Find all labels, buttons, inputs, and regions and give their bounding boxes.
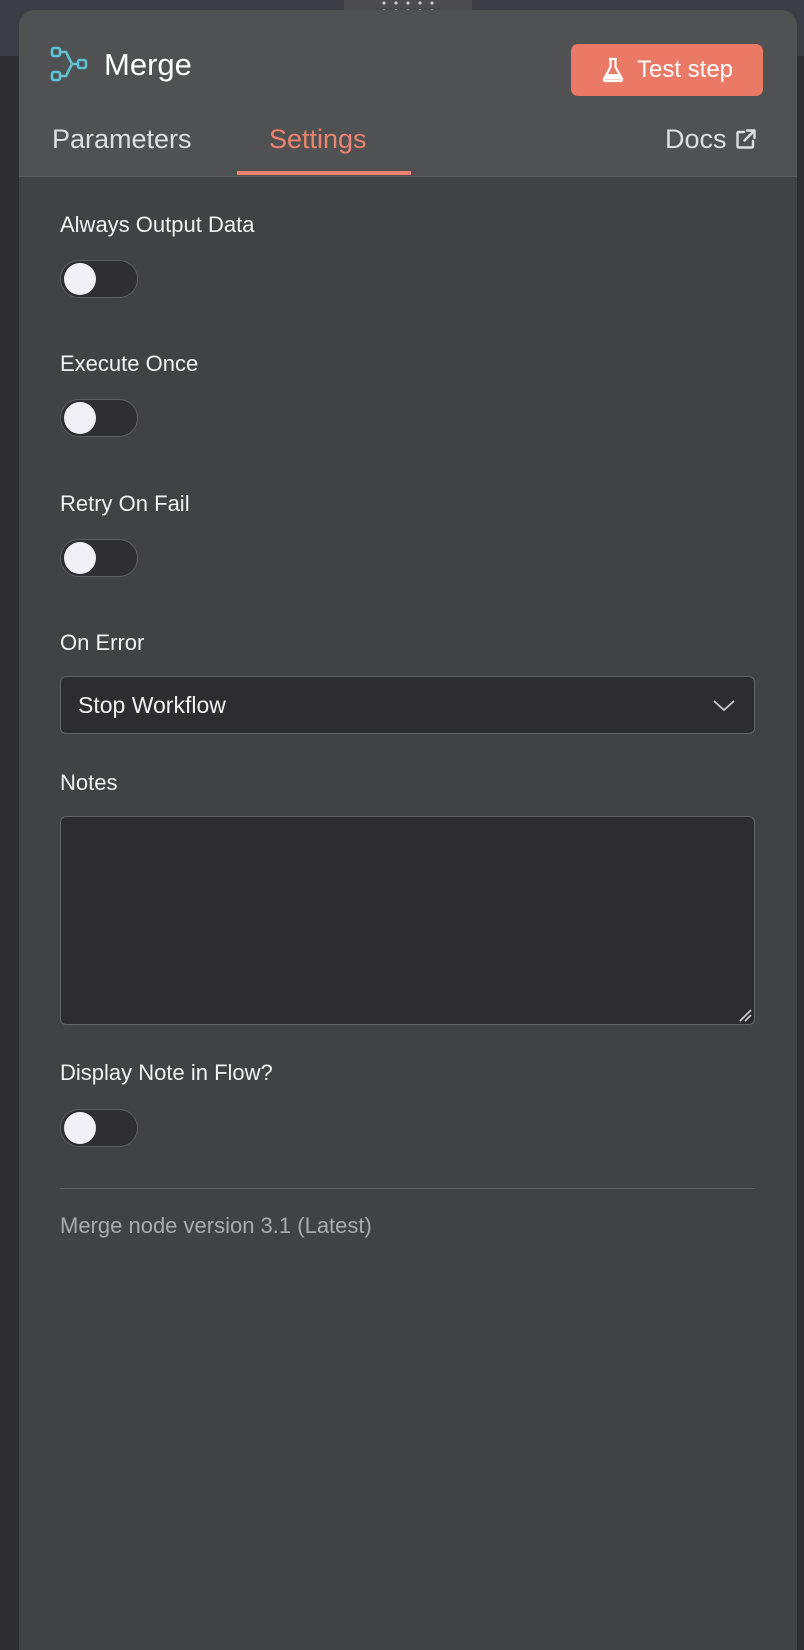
panel-header: Merge Test step Parameters Settings Docs: [19, 10, 797, 177]
display-note-label: Display Note in Flow?: [60, 1060, 273, 1085]
toggle-knob: [64, 402, 96, 434]
on-error-selected-value: Stop Workflow: [78, 692, 226, 718]
execute-once-label: Execute Once: [60, 351, 199, 376]
external-link-icon: [735, 129, 756, 149]
notes-textarea[interactable]: [60, 816, 755, 1025]
active-tab-indicator: [237, 171, 411, 175]
retry-on-fail-toggle[interactable]: [60, 539, 138, 577]
on-error-label: On Error: [60, 630, 145, 655]
test-step-label: Test step: [636, 56, 734, 83]
tab-settings[interactable]: Settings: [269, 124, 367, 154]
docs-link[interactable]: Docs: [665, 124, 757, 154]
node-title: Merge: [104, 47, 192, 82]
execute-once-toggle[interactable]: [60, 399, 138, 437]
display-note-toggle[interactable]: [60, 1109, 138, 1147]
toggle-knob: [64, 1112, 96, 1144]
footer-divider: [60, 1188, 755, 1189]
toggle-knob: [64, 263, 96, 295]
test-step-button[interactable]: Test step: [571, 44, 763, 96]
merge-icon: [50, 46, 88, 82]
toggle-knob: [64, 542, 96, 574]
notes-label: Notes: [60, 770, 118, 795]
resize-grip-icon[interactable]: [739, 1009, 752, 1022]
tab-parameters[interactable]: Parameters: [52, 124, 192, 154]
flask-icon: [602, 57, 624, 83]
docs-label: Docs: [665, 124, 727, 154]
always-output-data-label: Always Output Data: [60, 212, 255, 237]
chevron-down-icon: [713, 700, 735, 712]
always-output-data-toggle[interactable]: [60, 260, 138, 298]
node-version-text: Merge node version 3.1 (Latest): [60, 1213, 372, 1238]
on-error-select[interactable]: Stop Workflow: [60, 676, 755, 734]
retry-on-fail-label: Retry On Fail: [60, 491, 190, 516]
